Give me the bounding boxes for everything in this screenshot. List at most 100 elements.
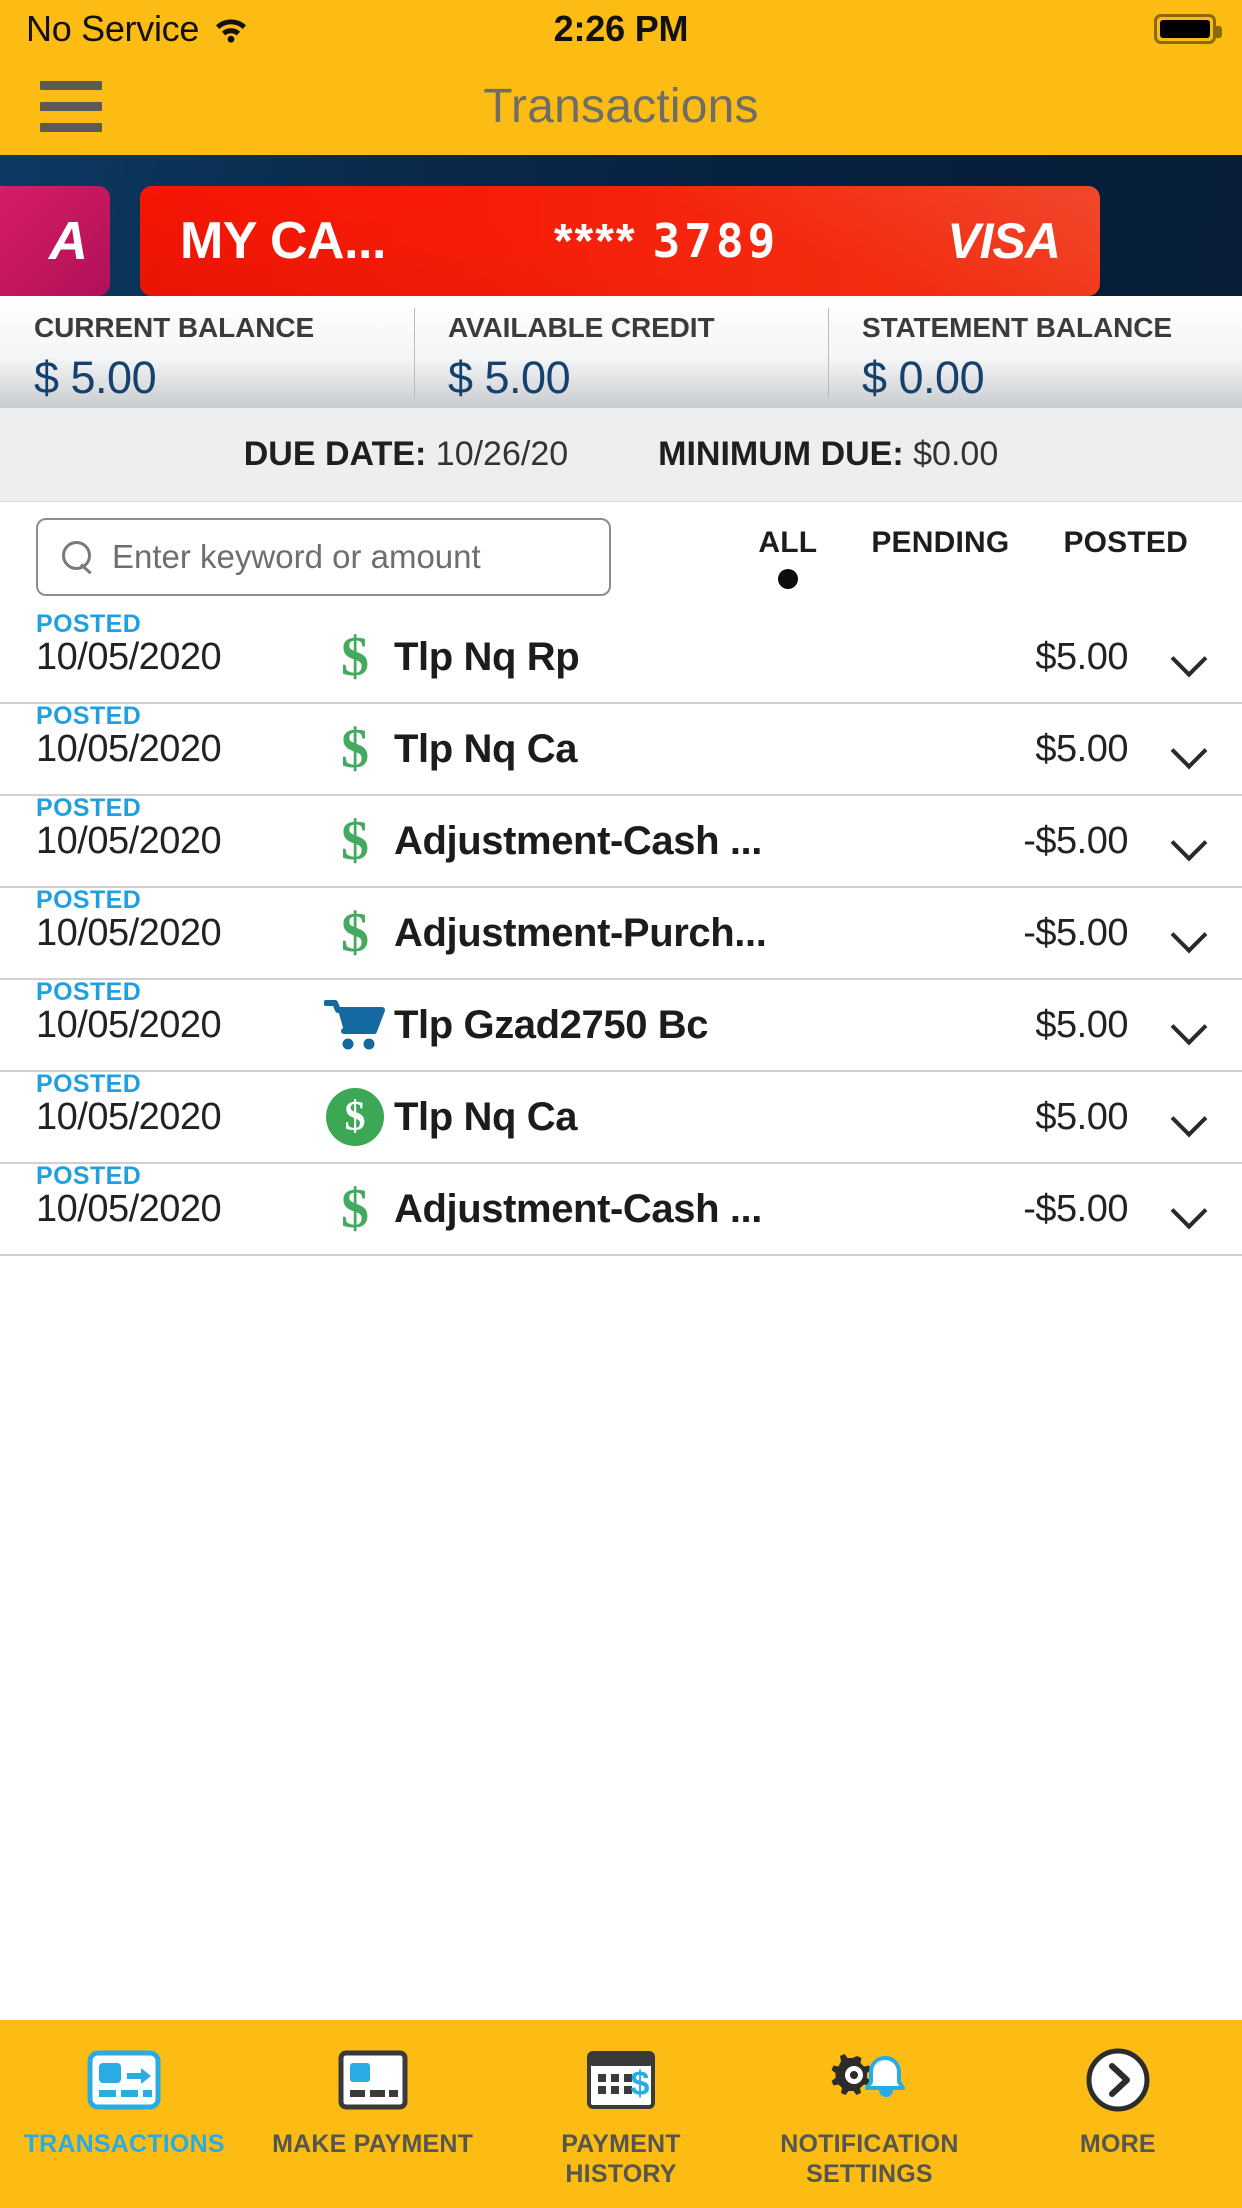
balance-label: CURRENT BALANCE (34, 312, 315, 343)
battery-full-icon (1154, 14, 1222, 44)
gear-bell-icon (827, 2044, 911, 2116)
tab-transactions-label: TRANSACTIONS (23, 2130, 225, 2158)
transaction-date: 10/05/2020 (36, 1095, 222, 1138)
chevron-down-icon[interactable] (1172, 640, 1206, 674)
chevron-down-icon[interactable] (1172, 1192, 1206, 1226)
transaction-amount: $5.00 (1035, 1095, 1128, 1138)
search-icon (60, 540, 94, 574)
due-summary-row: DUE DATE: 10/26/20 MINIMUM DUE: $0.00 (0, 408, 1242, 502)
visa-logo-icon: VISA (947, 213, 1061, 269)
balance-value: $ 5.00 (448, 352, 571, 403)
transaction-amount: $5.00 (1035, 1003, 1128, 1046)
minimum-due: MINIMUM DUE: $0.00 (658, 435, 998, 474)
transaction-date-cell: POSTED 10/05/2020 (36, 886, 316, 955)
dollar-sign-icon: $ (341, 902, 369, 964)
page-title: Transactions (483, 80, 759, 133)
tab-posted-label: POSTED (1063, 525, 1188, 559)
table-row[interactable]: POSTED 10/05/2020 $ Tlp Nq Ca $5.00 (0, 701, 1242, 796)
tab-payment-history[interactable]: $ PAYMENT HISTORY (497, 2044, 745, 2189)
table-row[interactable]: POSTED 10/05/2020 $ Adjustment-Cash ... … (0, 794, 1242, 888)
tab-notification-settings[interactable]: NOTIFICATION SETTINGS (745, 2044, 993, 2189)
balance-value: $ 5.00 (34, 352, 157, 403)
card-carousel[interactable]: A MY CA... **** 3789 VISA (0, 155, 1242, 296)
status-badge: POSTED (36, 1161, 142, 1190)
card-active[interactable]: MY CA... **** 3789 VISA (140, 186, 1100, 296)
status-bar-right (1154, 14, 1222, 44)
status-bar-clock: 2:26 PM (553, 8, 689, 49)
nav-header: Transactions (0, 58, 1242, 155)
tab-payment-history-label: PAYMENT HISTORY (561, 2130, 681, 2188)
credit-card-icon (336, 2044, 410, 2116)
card-previous[interactable]: A (0, 186, 110, 296)
tab-pending[interactable]: PENDING (871, 526, 1009, 560)
transaction-description: Adjustment-Cash ... (394, 1186, 762, 1231)
tab-make-payment-label: MAKE PAYMENT (272, 2130, 474, 2158)
transaction-date: 10/05/2020 (36, 727, 222, 770)
svg-text:$: $ (631, 2065, 650, 2103)
chevron-down-icon[interactable] (1172, 732, 1206, 766)
search-input[interactable]: Enter keyword or amount (36, 518, 611, 596)
card-transfer-icon (87, 2044, 161, 2116)
app-root: No Service 2:26 PM Transactions A MY CA.… (0, 0, 1242, 2208)
tab-transactions[interactable]: TRANSACTIONS (0, 2044, 248, 2160)
due-date-value: 10/26/20 (435, 435, 569, 473)
transaction-date: 10/05/2020 (36, 635, 222, 678)
table-row[interactable]: POSTED 10/05/2020 $ Tlp Nq Ca $5.00 (0, 1069, 1242, 1164)
balance-label: STATEMENT BALANCE (862, 312, 1172, 343)
due-date: DUE DATE: 10/26/20 (244, 435, 568, 474)
chevron-down-icon[interactable] (1172, 1008, 1206, 1042)
dollar-sign-icon: $ (341, 810, 369, 872)
tab-posted[interactable]: POSTED (1063, 526, 1188, 560)
status-badge: POSTED (36, 977, 142, 1006)
balance-statement: STATEMENT BALANCE $ 0.00 (828, 296, 1242, 408)
transaction-list: POSTED 10/05/2020 $ Tlp Nq Rp $5.00 POST… (0, 612, 1242, 2020)
balance-available-credit: AVAILABLE CREDIT $ 5.00 (414, 296, 828, 408)
table-row[interactable]: POSTED 10/05/2020 $ Adjustment-Purch... … (0, 886, 1242, 980)
tab-selected-indicator (777, 568, 798, 589)
transaction-date: 10/05/2020 (36, 819, 222, 862)
transaction-description: Tlp Gzad2750 Bc (394, 1002, 709, 1047)
balance-value: $ 0.00 (862, 352, 985, 403)
hamburger-bar (40, 102, 102, 111)
transaction-date-cell: POSTED 10/05/2020 (36, 794, 316, 863)
dollar-sign-icon: $ (341, 718, 369, 780)
chevron-down-icon[interactable] (1172, 824, 1206, 858)
transaction-description: Adjustment-Cash ... (394, 818, 762, 863)
shopping-cart-icon (316, 999, 394, 1051)
status-badge: POSTED (36, 1069, 142, 1098)
transaction-description: Tlp Nq Rp (394, 634, 580, 679)
table-row[interactable]: POSTED 10/05/2020 $ Tlp Nq Rp $5.00 (0, 612, 1242, 704)
chevron-down-icon[interactable] (1172, 916, 1206, 950)
tab-notification-settings-label: NOTIFICATION SETTINGS (780, 2130, 959, 2188)
due-date-label: DUE DATE: (243, 435, 427, 473)
status-badge: POSTED (36, 793, 142, 822)
table-row[interactable]: POSTED 10/05/2020 Tlp Gzad2750 Bc $5.00 (0, 978, 1242, 1072)
balance-current: CURRENT BALANCE $ 5.00 (0, 296, 414, 408)
tab-more[interactable]: MORE (994, 2044, 1242, 2160)
transaction-date: 10/05/2020 (36, 911, 222, 954)
card-number-mask: **** (553, 214, 637, 268)
minimum-due-value: $0.00 (913, 435, 999, 473)
status-bar: No Service 2:26 PM (0, 0, 1242, 58)
transaction-date-cell: POSTED 10/05/2020 (36, 978, 316, 1047)
card-number: **** 3789 (554, 214, 780, 269)
hamburger-bar (40, 123, 102, 132)
tab-all[interactable]: ALL (758, 526, 817, 589)
status-badge: POSTED (36, 701, 142, 730)
dollar-sign-icon: $ (341, 626, 369, 688)
dollar-circle-icon: $ (316, 1088, 394, 1146)
bottom-tab-bar: TRANSACTIONS MAKE PAYMENT $ PAYMENT HIST… (0, 2020, 1242, 2208)
balance-label: AVAILABLE CREDIT (448, 312, 715, 343)
transaction-amount: -$5.00 (1023, 911, 1128, 954)
tab-all-label: ALL (758, 525, 818, 559)
calendar-dollar-icon: $ (584, 2044, 658, 2116)
dollar-sign-icon: $ (341, 1178, 369, 1240)
status-badge: POSTED (36, 612, 142, 638)
tab-make-payment[interactable]: MAKE PAYMENT (248, 2044, 496, 2160)
chevron-down-icon[interactable] (1172, 1100, 1206, 1134)
transaction-description: Tlp Nq Ca (394, 726, 578, 771)
hamburger-menu-icon[interactable] (40, 81, 102, 132)
transaction-amount: $5.00 (1035, 635, 1128, 678)
table-row[interactable]: POSTED 10/05/2020 $ Adjustment-Cash ... … (0, 1161, 1242, 1256)
chevron-right-circle-icon (1085, 2044, 1151, 2116)
